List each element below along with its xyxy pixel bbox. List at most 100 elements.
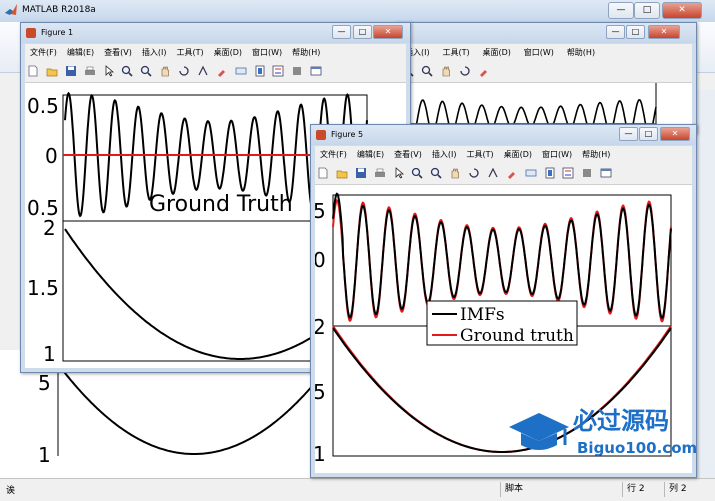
menu-insert[interactable]: 插入(I) (427, 146, 462, 160)
menu-item[interactable]: 帮助(H) (562, 44, 600, 58)
menu-view[interactable]: 查看(V) (99, 44, 137, 58)
link-icon[interactable] (525, 167, 537, 179)
figure-window-back[interactable]: — □ ✕ 插入(I) 工具(T) 桌面(D) 窗口(W) 帮助(H) (395, 22, 697, 134)
figure-5-menubar: 文件(F) 编辑(E) 查看(V) 插入(I) 工具(T) 桌面(D) 窗口(W) 帮助(H) (315, 146, 692, 163)
data-cursor-icon[interactable] (197, 65, 209, 77)
figure-back-minimize-button[interactable]: — (606, 25, 625, 39)
menu-help[interactable]: 帮助(H) (287, 44, 325, 58)
menu-help[interactable]: 帮助(H) (577, 146, 615, 160)
zoom-out-icon[interactable] (430, 167, 442, 179)
main-minimize-button[interactable]: — (608, 2, 634, 19)
print-icon[interactable] (374, 167, 386, 179)
menu-file[interactable]: 文件(F) (25, 44, 62, 58)
menu-edit[interactable]: 编辑(E) (352, 146, 389, 160)
figure-5-title-bar: Figure 5 — □ ✕ (311, 125, 696, 145)
status-col: 列 2 (664, 482, 709, 497)
zoom-out-icon[interactable] (421, 65, 433, 77)
figure-1-top-ytick: 0 (45, 144, 58, 168)
status-left-label: 诶 (6, 486, 16, 496)
save-icon[interactable] (65, 65, 77, 77)
graduation-cap-icon (509, 413, 569, 450)
figure-back-toolbar (400, 61, 692, 83)
open-icon[interactable] (46, 65, 58, 77)
figure-1-maximize-button[interactable]: □ (353, 25, 372, 39)
legend-label-imfs: IMFs (460, 305, 505, 325)
hide-tools-icon[interactable] (291, 65, 303, 77)
menu-view[interactable]: 查看(V) (389, 146, 427, 160)
arrow-icon[interactable] (393, 167, 405, 179)
save-icon[interactable] (355, 167, 367, 179)
status-row: 行 2 (622, 482, 665, 497)
data-cursor-icon[interactable] (487, 167, 499, 179)
brush-icon[interactable] (216, 65, 228, 77)
figure-1-menubar: 文件(F) 编辑(E) 查看(V) 插入(I) 工具(T) 桌面(D) 窗口(W) 帮助(H) (25, 44, 406, 61)
menu-item[interactable]: 桌面(D) (478, 44, 516, 58)
menu-window[interactable]: 窗口(W) (537, 146, 577, 160)
figure-1-title: Figure 1 (41, 28, 74, 37)
figure-1-title-bar: Figure 1 — □ ✕ (21, 23, 410, 43)
status-row-label: 行 (627, 484, 637, 494)
figure-5-maximize-button[interactable]: □ (639, 127, 658, 141)
figure-5-legend[interactable]: IMFs Ground truth (426, 300, 578, 346)
figure-back-maximize-button[interactable]: □ (626, 25, 645, 39)
figure-back-close-button[interactable]: ✕ (648, 25, 680, 39)
menu-window[interactable]: 窗口(W) (247, 44, 287, 58)
menu-desktop[interactable]: 桌面(D) (499, 146, 537, 160)
figure-1-bottom-ytick: 2 (43, 216, 56, 240)
main-maximize-button[interactable]: □ (634, 2, 660, 19)
menu-item[interactable]: 工具(T) (437, 44, 474, 58)
arrow-icon[interactable] (103, 65, 115, 77)
open-icon[interactable] (336, 167, 348, 179)
new-figure-icon[interactable] (317, 167, 329, 179)
figure-5-minimize-button[interactable]: — (619, 127, 638, 141)
zoom-in-icon[interactable] (121, 65, 133, 77)
rotate-icon[interactable] (468, 167, 480, 179)
watermark: 必过源码 Biguo100.com (505, 401, 710, 461)
rotate-icon[interactable] (459, 65, 471, 77)
figure-icon (316, 130, 326, 140)
menu-desktop[interactable]: 桌面(D) (209, 44, 247, 58)
figure-5-bottom-ytick: 2 (315, 315, 326, 339)
menu-item[interactable]: 窗口(W) (519, 44, 559, 58)
main-window-title: MATLAB R2018a (22, 5, 96, 15)
watermark-cn: 必过源码 (573, 407, 669, 435)
background-ytick: 5 (38, 371, 51, 395)
figure-5-title: Figure 5 (331, 130, 364, 139)
dock-icon[interactable] (310, 65, 322, 77)
print-icon[interactable] (84, 65, 96, 77)
colorbar-icon[interactable] (254, 65, 266, 77)
brush-icon[interactable] (506, 167, 518, 179)
menu-tools[interactable]: 工具(T) (461, 146, 498, 160)
rotate-icon[interactable] (178, 65, 190, 77)
figure-back-title-bar: — □ ✕ (396, 23, 696, 43)
legend-icon[interactable] (562, 167, 574, 179)
figure-1-close-button[interactable]: ✕ (373, 25, 403, 39)
menu-insert[interactable]: 插入(I) (137, 44, 172, 58)
figure-5-close-button[interactable]: ✕ (660, 127, 690, 141)
figure-1-minimize-button[interactable]: — (332, 25, 351, 39)
menu-tools[interactable]: 工具(T) (171, 44, 208, 58)
colorbar-icon[interactable] (544, 167, 556, 179)
menu-file[interactable]: 文件(F) (315, 146, 352, 160)
main-close-button[interactable]: ✕ (662, 2, 702, 19)
pan-icon[interactable] (159, 65, 171, 77)
menu-edit[interactable]: 编辑(E) (62, 44, 99, 58)
brush-icon[interactable] (478, 65, 490, 77)
pan-icon[interactable] (440, 65, 452, 77)
legend-icon[interactable] (272, 65, 284, 77)
status-col-value: 2 (680, 484, 687, 494)
figure-5-bottom-ytick: 1 (315, 442, 326, 466)
figure-5-top-ytick: 5 (315, 199, 326, 223)
dock-icon[interactable] (600, 167, 612, 179)
zoom-out-icon[interactable] (140, 65, 152, 77)
figure-1-plot-label: Ground Truth (149, 192, 293, 217)
pan-icon[interactable] (449, 167, 461, 179)
status-mode: 脚本 (500, 482, 615, 497)
hide-tools-icon[interactable] (581, 167, 593, 179)
link-icon[interactable] (235, 65, 247, 77)
new-figure-icon[interactable] (27, 65, 39, 77)
watermark-svg: 必过源码 Biguo100.com (509, 407, 697, 457)
matlab-logo-icon (5, 4, 17, 15)
zoom-in-icon[interactable] (411, 167, 423, 179)
status-row-value: 2 (638, 484, 645, 494)
